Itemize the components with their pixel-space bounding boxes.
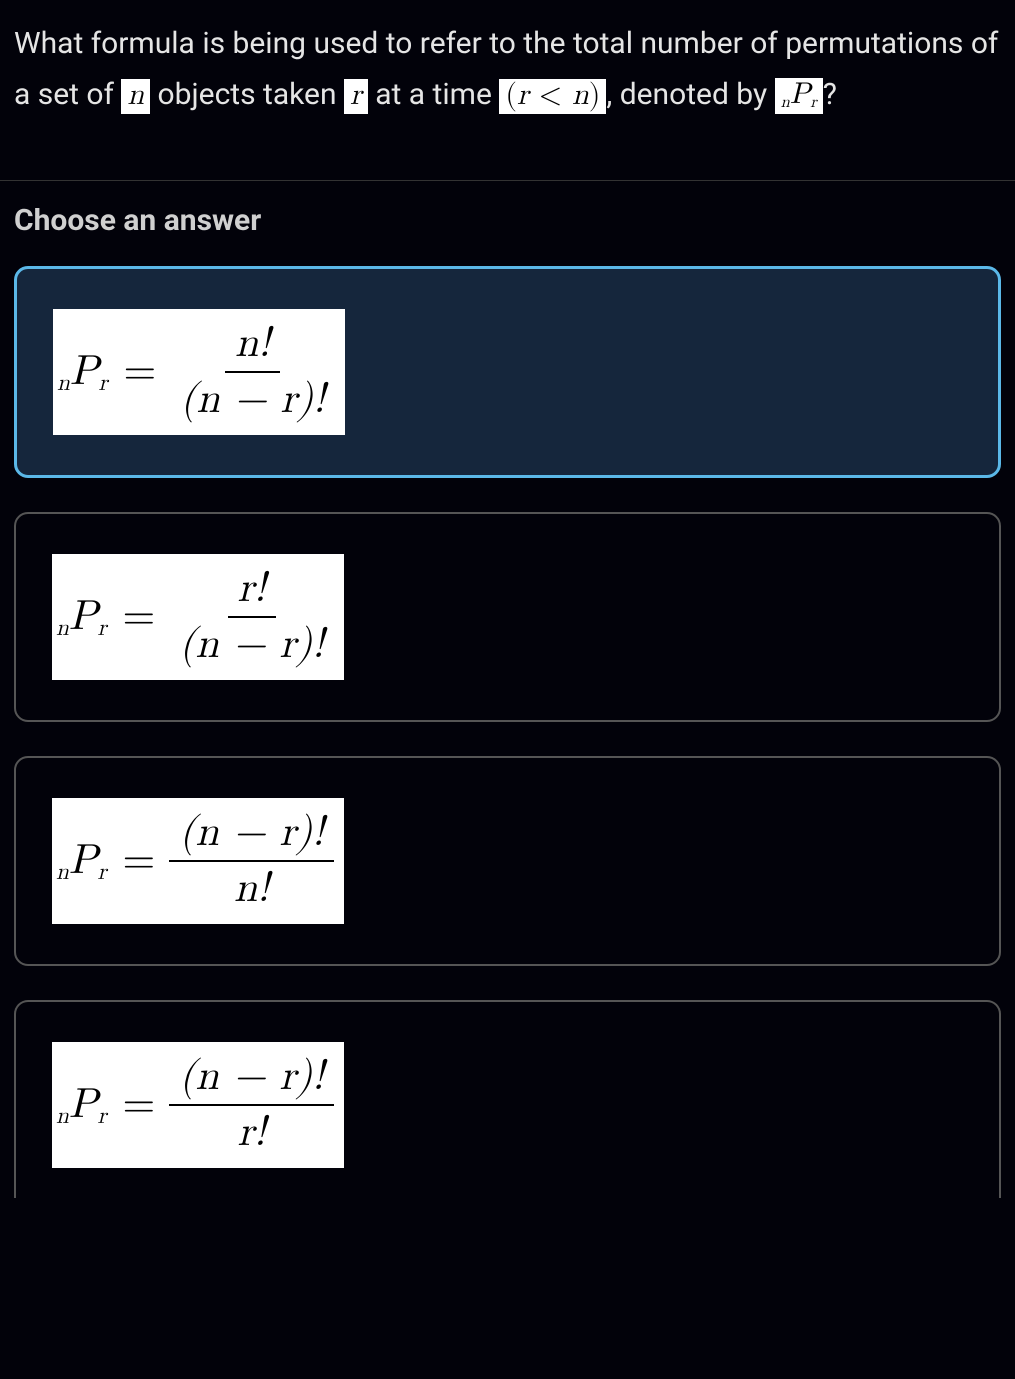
denominator: n! [224,862,279,916]
answers-section: Choose an answer nPr = n! (n − r)! nPr =… [0,181,1015,1198]
question-part-4: , denoted by [606,77,774,112]
fraction: (n − r)! r! [169,1050,334,1160]
formula-lhs: nPr [56,592,109,643]
equals-sign: = [109,592,170,642]
numerator: r! [228,562,276,618]
question-text: What formula is being used to refer to t… [0,0,1015,181]
formula-c: nPr = (n − r)! n! [52,798,344,924]
choose-answer-heading: Choose an answer [14,203,1001,238]
formula-lhs: nPr [57,347,110,398]
math-npr: nPr [775,78,823,114]
denominator: r! [228,1106,276,1160]
answer-option-c[interactable]: nPr = (n − r)! n! [14,756,1001,966]
fraction: r! (n − r)! [169,562,334,672]
question-part-2: objects taken [158,77,344,112]
question-part-3: at a time [375,77,499,112]
numerator: (n − r)! [169,1050,334,1106]
math-condition: (r < n) [499,79,606,114]
denominator: (n − r)! [170,373,335,427]
numerator: n! [225,317,280,373]
fraction: (n − r)! n! [169,806,334,916]
math-var-n: n [121,79,150,114]
answer-option-b[interactable]: nPr = r! (n − r)! [14,512,1001,722]
equals-sign: = [109,836,170,886]
answer-option-a[interactable]: nPr = n! (n − r)! [14,266,1001,478]
denominator: (n − r)! [169,618,334,672]
question-part-5: ? [823,77,837,112]
equals-sign: = [109,1080,170,1130]
numerator: (n − r)! [169,806,334,862]
formula-d: nPr = (n − r)! r! [52,1042,344,1168]
fraction: n! (n − r)! [170,317,335,427]
formula-lhs: nPr [56,1080,109,1131]
answer-option-d[interactable]: nPr = (n − r)! r! [14,1000,1001,1198]
math-var-r: r [344,79,368,114]
equals-sign: = [110,347,171,397]
formula-a: nPr = n! (n − r)! [53,309,345,435]
formula-b: nPr = r! (n − r)! [52,554,344,680]
formula-lhs: nPr [56,836,109,887]
